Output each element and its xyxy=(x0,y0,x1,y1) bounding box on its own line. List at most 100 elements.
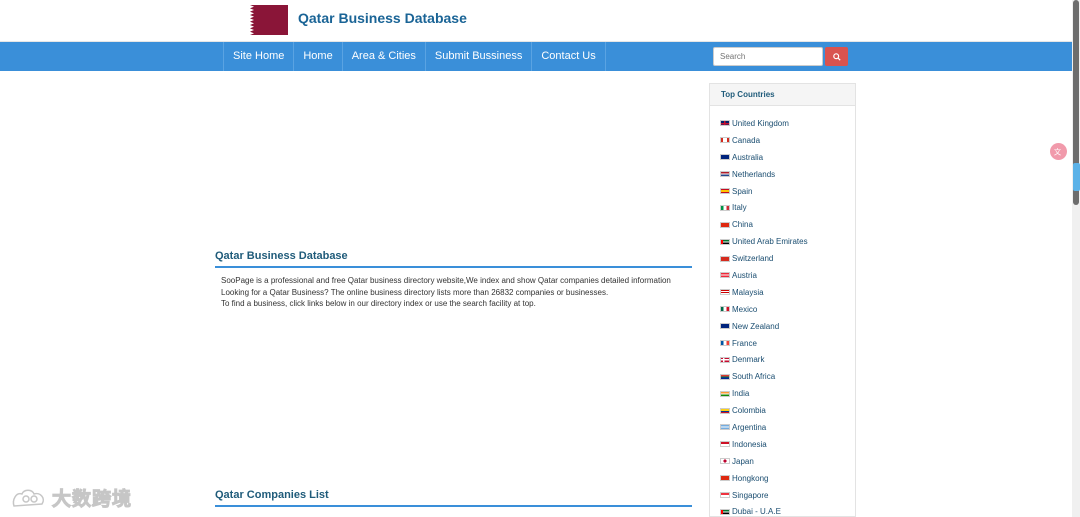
search-button[interactable] xyxy=(825,47,848,66)
section-heading: Qatar Business Database xyxy=(215,250,692,268)
search-input[interactable] xyxy=(713,47,823,66)
country-flag-icon xyxy=(720,154,730,161)
country-name: Japan xyxy=(732,456,754,466)
country-name: United Arab Emirates xyxy=(732,237,808,247)
country-link-france[interactable]: France xyxy=(720,335,855,352)
watermark-text: 大数跨境 xyxy=(51,489,133,511)
country-link-united-kingdom[interactable]: United Kingdom xyxy=(720,115,855,132)
search-icon xyxy=(832,52,841,61)
country-name: Switzerland xyxy=(732,254,774,264)
country-flag-icon xyxy=(720,492,730,499)
country-flag-icon xyxy=(720,306,730,313)
country-flag-icon xyxy=(720,204,730,211)
country-flag-icon xyxy=(720,120,730,127)
country-flag-icon xyxy=(720,458,730,465)
page-scrollbar[interactable] xyxy=(1072,0,1080,517)
country-name: Italy xyxy=(732,203,747,213)
country-name: China xyxy=(732,220,753,230)
nav-item-site-home[interactable]: Site Home xyxy=(223,42,293,71)
translate-button[interactable]: 文 xyxy=(1050,143,1067,160)
country-link-spain[interactable]: Spain xyxy=(720,183,855,200)
site-title[interactable]: Qatar Business Database xyxy=(298,10,467,26)
country-name: Argentina xyxy=(732,422,767,432)
country-flag-icon xyxy=(720,221,730,228)
nav-item-contact-us[interactable]: Contact Us xyxy=(531,42,606,71)
nav-item-submit-bussiness[interactable]: Submit Bussiness xyxy=(424,42,531,71)
country-flag-icon xyxy=(720,272,730,279)
country-flag-icon xyxy=(720,390,730,397)
country-link-china[interactable]: China xyxy=(720,216,855,233)
country-link-colombia[interactable]: Colombia xyxy=(720,402,855,419)
site-header: Qatar Business Database xyxy=(0,0,1080,42)
country-link-denmark[interactable]: Denmark xyxy=(720,351,855,368)
country-name: South Africa xyxy=(732,372,776,382)
country-link-japan[interactable]: Japan xyxy=(720,453,855,470)
country-name: Netherlands xyxy=(732,169,776,179)
country-list: United Kingdom Canada Australia Netherlands… xyxy=(710,106,855,517)
country-flag-icon xyxy=(720,188,730,194)
country-link-new-zealand[interactable]: New Zealand xyxy=(720,318,855,335)
country-name: New Zealand xyxy=(732,321,780,331)
country-link-switzerland[interactable]: Switzerland xyxy=(720,250,855,267)
nav-item-home[interactable]: Home xyxy=(293,42,341,71)
country-name: Singapore xyxy=(732,490,769,500)
country-name: Colombia xyxy=(732,406,766,416)
country-flag-icon xyxy=(720,340,730,347)
country-flag-icon xyxy=(720,137,730,144)
country-flag-icon xyxy=(720,289,730,296)
country-name: Denmark xyxy=(732,355,765,365)
country-flag-icon xyxy=(720,475,730,482)
country-link-australia[interactable]: Australia xyxy=(720,149,855,166)
country-link-argentina[interactable]: Argentina xyxy=(720,419,855,436)
country-name: India xyxy=(732,389,750,399)
country-name: United Kingdom xyxy=(732,118,789,128)
country-name: Dubai - U.A.E xyxy=(732,507,781,517)
country-name: Malaysia xyxy=(732,287,764,297)
side-tab[interactable] xyxy=(1073,163,1080,191)
country-link-united-arab-emirates[interactable]: United Arab Emirates xyxy=(720,233,855,250)
country-link-dubai-u-a-e[interactable]: Dubai - U.A.E xyxy=(720,503,855,517)
translate-icon: 文 xyxy=(1054,147,1062,156)
watermark: 大数跨境 xyxy=(10,484,132,511)
country-name: Australia xyxy=(732,152,764,162)
main-navbar: Site Home Home Area & Cities Submit Bussine… xyxy=(0,42,1072,71)
intro-paragraph: SooPage is a professional and free Qatar… xyxy=(221,276,671,285)
country-name: Austria xyxy=(732,270,757,280)
qatar-flag-logo[interactable] xyxy=(238,5,288,35)
country-flag-icon xyxy=(720,323,730,330)
country-flag-icon xyxy=(720,171,730,178)
country-flag-icon xyxy=(720,441,730,448)
country-link-malaysia[interactable]: Malaysia xyxy=(720,284,855,301)
country-name: Canada xyxy=(732,135,761,145)
country-link-south-africa[interactable]: South Africa xyxy=(720,368,855,385)
country-flag-icon xyxy=(720,356,730,363)
nav-item-area-cities[interactable]: Area & Cities xyxy=(341,42,425,71)
country-name: France xyxy=(732,338,757,348)
country-name: Hongkong xyxy=(732,473,769,483)
country-link-indonesia[interactable]: Indonesia xyxy=(720,436,855,453)
country-flag-icon xyxy=(720,238,730,245)
country-link-mexico[interactable]: Mexico xyxy=(720,301,855,318)
nav-menu: Site Home Home Area & Cities Submit Bussine… xyxy=(223,42,606,71)
intro-paragraph: To find a business, click links below in… xyxy=(221,299,536,308)
country-name: Mexico xyxy=(732,304,758,314)
intro-paragraph: Looking for a Qatar Business? The online… xyxy=(221,287,609,297)
country-link-hongkong[interactable]: Hongkong xyxy=(720,470,855,487)
panel-title: Top Countries xyxy=(710,84,855,106)
watermark-logo-icon xyxy=(12,489,45,507)
country-flag-icon xyxy=(720,508,730,515)
country-flag-icon xyxy=(720,424,730,431)
country-flag-icon xyxy=(720,255,730,262)
svg-text:文: 文 xyxy=(1054,147,1062,156)
country-link-italy[interactable]: Italy xyxy=(720,199,855,216)
country-link-india[interactable]: India xyxy=(720,385,855,402)
country-link-netherlands[interactable]: Netherlands xyxy=(720,166,855,183)
country-link-canada[interactable]: Canada xyxy=(720,132,855,149)
country-link-austria[interactable]: Austria xyxy=(720,267,855,284)
country-flag-icon xyxy=(720,407,730,414)
companies-list-heading: Qatar Companies List xyxy=(215,489,692,507)
country-link-singapore[interactable]: Singapore xyxy=(720,487,855,504)
country-flag-icon xyxy=(720,373,730,380)
intro-text: SooPage is a professional and free Qatar… xyxy=(221,275,691,310)
top-countries-panel: Top Countries United Kingdom Canada Austra… xyxy=(709,83,856,517)
